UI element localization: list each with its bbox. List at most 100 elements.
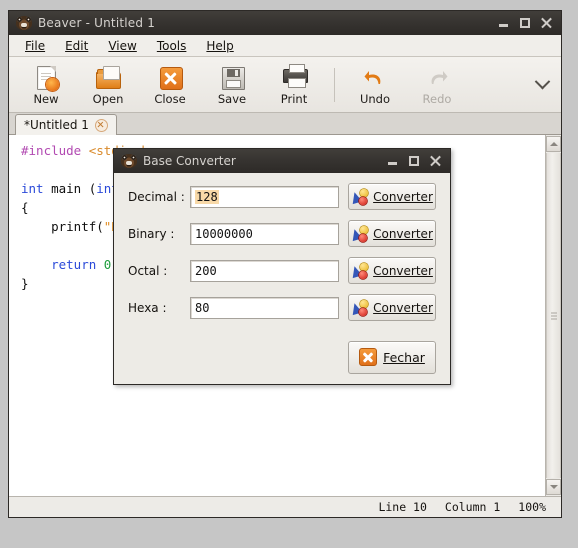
menu-file[interactable]: File bbox=[15, 37, 55, 55]
code-token: { bbox=[21, 200, 29, 215]
tab-strip: *Untitled 1 bbox=[9, 113, 561, 135]
decimal-input[interactable]: 128 bbox=[190, 185, 339, 208]
open-button-label: Open bbox=[92, 91, 124, 106]
toolbar-separator bbox=[334, 67, 335, 102]
window-title: Beaver - Untitled 1 bbox=[38, 16, 156, 30]
maximize-icon[interactable] bbox=[409, 156, 419, 166]
binary-row: Binary : 10000000 Converter bbox=[128, 220, 436, 247]
decimal-row: Decimal : 128 Converter bbox=[128, 183, 436, 210]
fechar-button[interactable]: Fechar bbox=[348, 340, 436, 374]
hexa-converter-label: Converter bbox=[373, 300, 433, 315]
status-zoom: 100% bbox=[518, 500, 546, 514]
menu-help-label: Help bbox=[206, 38, 234, 53]
code-token: printf( bbox=[21, 219, 104, 234]
dialog-window-controls bbox=[387, 155, 446, 167]
scrollbar-track[interactable] bbox=[546, 153, 561, 478]
converter-icon bbox=[349, 262, 369, 279]
redo-arrow-icon bbox=[423, 64, 451, 92]
window-controls bbox=[498, 17, 557, 29]
new-button-label: New bbox=[33, 91, 59, 106]
hexa-label: Hexa : bbox=[128, 300, 167, 315]
menu-view[interactable]: View bbox=[98, 37, 146, 55]
decimal-converter-button[interactable]: Converter bbox=[348, 183, 436, 210]
binary-value: 10000000 bbox=[195, 226, 253, 241]
code-token: return bbox=[51, 257, 97, 272]
dialog-footer: Fechar bbox=[114, 331, 450, 391]
close-button[interactable]: Close bbox=[139, 59, 201, 111]
binary-converter-label: Converter bbox=[373, 226, 433, 241]
menu-help[interactable]: Help bbox=[196, 37, 243, 55]
menu-file-label: File bbox=[25, 38, 46, 53]
binary-converter-button[interactable]: Converter bbox=[348, 220, 436, 247]
new-document-icon bbox=[32, 64, 60, 92]
close-x-icon bbox=[156, 64, 184, 92]
statusbar: Line 10 Column 1 100% bbox=[9, 496, 561, 517]
menu-edit-label: Edit bbox=[65, 38, 89, 53]
print-button-label: Print bbox=[280, 91, 308, 106]
octal-row: Octal : 200 Converter bbox=[128, 257, 436, 284]
minimize-icon[interactable] bbox=[387, 156, 398, 167]
printer-icon bbox=[280, 63, 308, 92]
decimal-label: Decimal : bbox=[128, 189, 185, 204]
beaver-icon bbox=[16, 15, 32, 31]
close-icon[interactable] bbox=[541, 17, 552, 29]
fechar-button-label: Fechar bbox=[383, 349, 425, 365]
tab-close-icon[interactable] bbox=[94, 118, 108, 132]
octal-value: 200 bbox=[195, 263, 217, 278]
octal-converter-label: Converter bbox=[373, 263, 433, 278]
dialog-body: Decimal : 128 Converter Binary : 1000000… bbox=[114, 173, 450, 331]
dialog-title: Base Converter bbox=[143, 154, 236, 168]
hexa-converter-button[interactable]: Converter bbox=[348, 294, 436, 321]
hexa-value: 80 bbox=[195, 300, 210, 315]
close-button-label: Close bbox=[154, 91, 186, 106]
converter-icon bbox=[349, 188, 369, 205]
code-token: int bbox=[21, 181, 44, 196]
close-icon[interactable] bbox=[430, 155, 441, 167]
menu-view-label: View bbox=[108, 38, 137, 53]
scroll-up-arrow-icon[interactable] bbox=[546, 136, 561, 152]
undo-button[interactable]: Undo bbox=[344, 59, 406, 111]
code-token: } bbox=[21, 276, 29, 291]
minimize-icon[interactable] bbox=[498, 18, 509, 29]
floppy-disk-icon bbox=[218, 64, 246, 92]
chevron-down-icon[interactable] bbox=[529, 65, 555, 105]
editor-vertical-scrollbar[interactable] bbox=[545, 135, 561, 496]
menu-tools-label: Tools bbox=[156, 38, 187, 53]
undo-arrow-icon bbox=[361, 64, 389, 92]
undo-button-label: Undo bbox=[359, 91, 391, 106]
tab-label: *Untitled 1 bbox=[24, 118, 89, 132]
decimal-value: 128 bbox=[195, 189, 219, 204]
scrollbar-grip[interactable] bbox=[550, 312, 557, 319]
octal-input[interactable]: 200 bbox=[190, 259, 339, 282]
maximize-icon[interactable] bbox=[520, 18, 530, 28]
menu-tools[interactable]: Tools bbox=[147, 37, 197, 55]
octal-converter-button[interactable]: Converter bbox=[348, 257, 436, 284]
hexa-input[interactable]: 80 bbox=[190, 296, 339, 319]
binary-input[interactable]: 10000000 bbox=[190, 222, 339, 245]
toolbar: New Open Close Save Print Undo Redo bbox=[9, 57, 561, 113]
close-x-icon bbox=[359, 348, 378, 366]
open-folder-icon bbox=[94, 64, 122, 92]
print-button[interactable]: Print bbox=[263, 59, 325, 111]
new-button[interactable]: New bbox=[15, 59, 77, 111]
decimal-converter-label: Converter bbox=[373, 189, 433, 204]
save-button[interactable]: Save bbox=[201, 59, 263, 111]
status-column: Column 1 bbox=[444, 500, 501, 514]
open-button[interactable]: Open bbox=[77, 59, 139, 111]
redo-button-label: Redo bbox=[422, 91, 452, 106]
redo-button[interactable]: Redo bbox=[406, 59, 468, 111]
dialog-titlebar: Base Converter bbox=[114, 149, 450, 173]
binary-label: Binary : bbox=[128, 226, 175, 241]
tab-untitled-1[interactable]: *Untitled 1 bbox=[15, 114, 117, 135]
scroll-down-arrow-icon[interactable] bbox=[546, 479, 561, 495]
hexa-row: Hexa : 80 Converter bbox=[128, 294, 436, 321]
converter-icon bbox=[349, 225, 369, 242]
save-button-label: Save bbox=[217, 91, 247, 106]
beaver-icon bbox=[121, 153, 137, 169]
window-titlebar: Beaver - Untitled 1 bbox=[9, 11, 561, 35]
code-token: #include bbox=[21, 143, 89, 158]
menu-edit[interactable]: Edit bbox=[55, 37, 98, 55]
converter-icon bbox=[349, 299, 369, 316]
